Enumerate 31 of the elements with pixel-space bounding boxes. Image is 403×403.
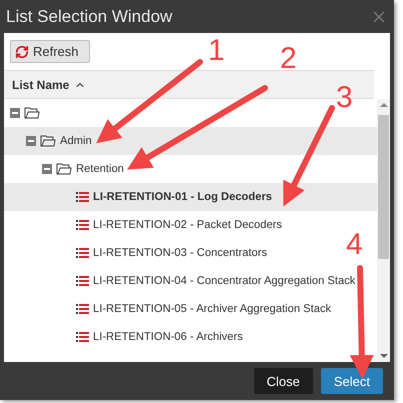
close-button[interactable]: Close — [254, 368, 313, 394]
refresh-icon — [15, 44, 29, 58]
tree-item[interactable]: LI-RETENTION-05 - Archiver Aggregation Stack — [93, 303, 332, 315]
list-icon — [76, 332, 89, 342]
scrollbar[interactable] — [377, 99, 390, 362]
annotation-number: 4 — [346, 230, 363, 260]
highlighted-row[interactable]: Admin — [4, 127, 377, 155]
tree-item[interactable]: LI-RETENTION-06 - Archivers — [93, 331, 243, 343]
refresh-button[interactable]: Refresh — [10, 40, 90, 63]
folder-icon — [56, 163, 72, 175]
collapse-icon[interactable] — [42, 164, 52, 174]
column-header-label: List Name — [12, 78, 70, 92]
tree-item[interactable]: LI-RETENTION-02 - Packet Decoders — [93, 219, 282, 231]
list-icon — [76, 304, 89, 314]
list-icon — [76, 192, 89, 202]
tree-item[interactable]: Admin — [60, 135, 92, 147]
list-icon — [76, 276, 89, 286]
collapse-icon[interactable] — [10, 108, 20, 118]
collapse-icon[interactable] — [26, 136, 36, 146]
tree-item[interactable]: Retention — [76, 163, 124, 175]
list-icon — [76, 220, 89, 230]
annotation-number: 1 — [208, 36, 225, 66]
tree-item[interactable]: LI-RETENTION-01 - Log Decoders — [93, 191, 272, 203]
folder-icon — [24, 107, 40, 119]
tree-item[interactable]: LI-RETENTION-03 - Concentrators — [93, 247, 268, 259]
highlighted-row[interactable]: LI-RETENTION-01 - Log Decoders — [4, 183, 377, 211]
window-title: List Selection Window — [6, 6, 172, 26]
list-icon — [76, 248, 89, 258]
select-button[interactable]: Select — [320, 368, 383, 394]
tree-item[interactable]: LI-RETENTION-04 - Concentrator Aggregation Stack — [93, 275, 356, 287]
folder-icon — [40, 135, 56, 147]
